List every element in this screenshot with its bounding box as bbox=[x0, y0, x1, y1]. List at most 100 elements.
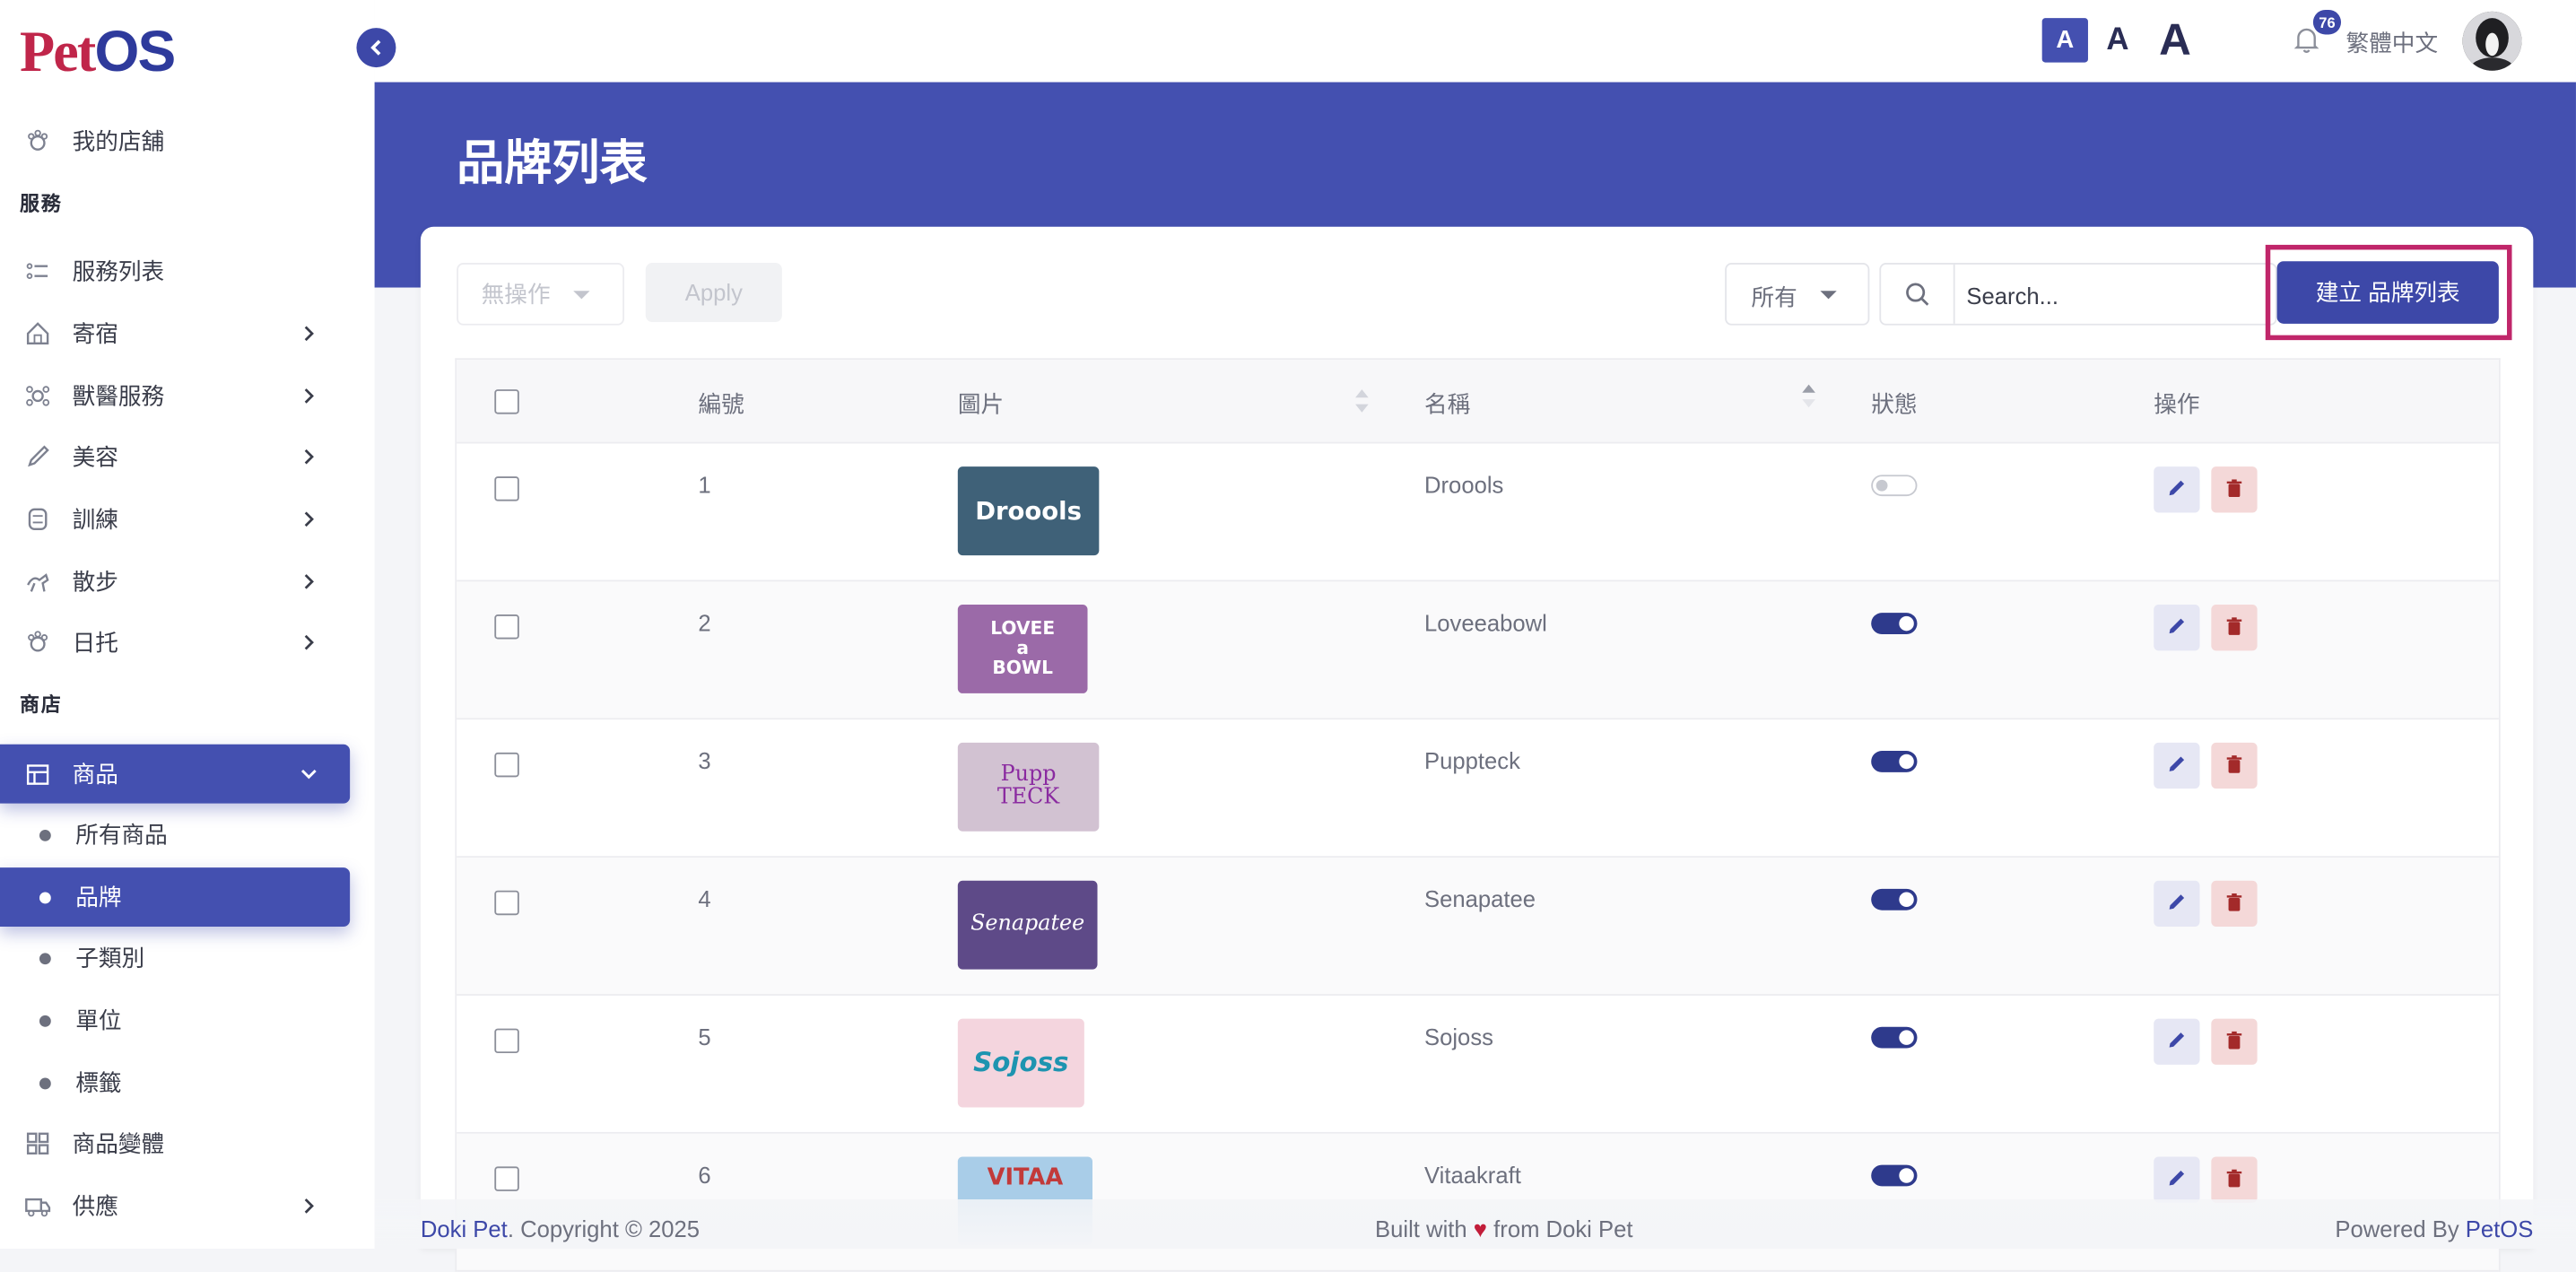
table-row[interactable]: 4 Senapatee Senapatee bbox=[457, 858, 2499, 996]
shop-icon bbox=[23, 759, 53, 788]
brand-logo-text: VITAA bbox=[987, 1164, 1064, 1191]
sort-icon[interactable] bbox=[1353, 388, 1370, 414]
status-toggle[interactable] bbox=[1871, 1026, 1918, 1049]
sidebar-item-label: 供應 bbox=[72, 1192, 118, 1220]
footer-copyright: Doki Pet. Copyright © 2025 bbox=[421, 1215, 700, 1242]
brand-logo: Senapatee bbox=[957, 880, 1098, 970]
brand-logo-text: LOVEE a BOWL bbox=[990, 617, 1056, 679]
sidebar-subitem-label: 標籤 bbox=[75, 1069, 122, 1096]
delete-button[interactable] bbox=[2211, 880, 2258, 928]
edit-button[interactable] bbox=[2154, 466, 2200, 513]
font-size-medium-button[interactable]: A bbox=[2098, 18, 2137, 62]
edit-button[interactable] bbox=[2154, 605, 2200, 651]
sidebar-item-products[interactable]: 商品 bbox=[0, 744, 351, 804]
table-row[interactable]: 1 Droools Droools bbox=[457, 443, 2499, 582]
row-checkbox[interactable] bbox=[494, 476, 519, 501]
sidebar-item-my-store[interactable]: 我的店舖 bbox=[0, 112, 350, 171]
status-filter-select[interactable]: 所有 bbox=[1725, 263, 1870, 326]
status-toggle[interactable] bbox=[1871, 475, 1918, 497]
caret-down-icon bbox=[573, 291, 590, 300]
pencil-icon bbox=[2167, 753, 2187, 779]
row-checkbox[interactable] bbox=[494, 752, 519, 778]
status-toggle[interactable] bbox=[1871, 1164, 1918, 1187]
edit-button[interactable] bbox=[2154, 880, 2200, 928]
petos-logo[interactable]: PetOS bbox=[20, 16, 176, 89]
sidebar-subitem-4[interactable]: 單位 bbox=[0, 990, 350, 1050]
row-name: Loveeabowl bbox=[1423, 609, 1547, 636]
status-toggle[interactable] bbox=[1871, 888, 1918, 910]
row-name: Droools bbox=[1423, 471, 1504, 498]
notification-badge: 76 bbox=[2312, 9, 2342, 35]
walk-icon bbox=[23, 567, 53, 597]
sidebar-item-service-3[interactable]: 獸醫服務 bbox=[0, 366, 350, 425]
edit-button[interactable] bbox=[2154, 742, 2200, 789]
sidebar-item-service-1[interactable]: 服務列表 bbox=[0, 241, 350, 301]
daycare-icon bbox=[23, 628, 53, 658]
column-header-image[interactable]: 圖片 bbox=[958, 388, 1004, 421]
sidebar-item-service-6[interactable]: 散步 bbox=[0, 552, 350, 611]
sidebar-collapse-button[interactable] bbox=[356, 28, 396, 68]
delete-button[interactable] bbox=[2211, 466, 2258, 513]
language-selector[interactable]: 繁體中文 bbox=[2346, 26, 2439, 59]
delete-button[interactable] bbox=[2211, 1156, 2258, 1203]
footer-brand-link[interactable]: Doki Pet bbox=[421, 1215, 508, 1242]
sidebar-item-product-variants[interactable]: 商品變體 bbox=[0, 1114, 350, 1173]
sort-asc-icon[interactable] bbox=[1800, 383, 1816, 409]
trash-icon bbox=[2224, 753, 2244, 779]
sidebar-subitem-3[interactable]: 子類別 bbox=[0, 928, 350, 988]
search-input[interactable] bbox=[1962, 277, 2266, 314]
column-header-status: 狀態 bbox=[1871, 390, 1918, 418]
avatar[interactable] bbox=[2462, 11, 2522, 71]
sidebar-subitem-label: 品牌 bbox=[75, 884, 122, 910]
bullet-dot bbox=[39, 891, 51, 903]
chevron-right-icon bbox=[298, 631, 321, 654]
delete-button[interactable] bbox=[2211, 605, 2258, 651]
create-brand-button[interactable]: 建立 品牌列表 bbox=[2276, 261, 2499, 324]
brand-logo: Sojoss bbox=[957, 1018, 1084, 1108]
sidebar-subitem-label: 所有商品 bbox=[75, 821, 168, 849]
select-all-checkbox[interactable] bbox=[494, 389, 519, 414]
table-row[interactable]: 3 Pupp TECK Puppteck bbox=[457, 719, 2499, 858]
row-checkbox[interactable] bbox=[494, 1166, 519, 1191]
variants-icon bbox=[23, 1128, 53, 1158]
row-checkbox[interactable] bbox=[494, 1028, 519, 1054]
sidebar-item-label: 服務列表 bbox=[72, 257, 165, 284]
petos-link[interactable]: PetOS bbox=[2466, 1215, 2534, 1242]
bulk-action-select[interactable]: 無操作 bbox=[457, 263, 625, 326]
sidebar-subitem-5[interactable]: 標籤 bbox=[0, 1053, 350, 1112]
chevron-right-icon bbox=[298, 1195, 321, 1218]
table-row[interactable]: 2 LOVEE a BOWL Loveeabowl bbox=[457, 581, 2499, 720]
sidebar-item-service-2[interactable]: 寄宿 bbox=[0, 304, 350, 363]
sidebar-item-service-5[interactable]: 訓練 bbox=[0, 490, 350, 549]
brand-logo-text: Droools bbox=[975, 495, 1082, 526]
sidebar-item-label: 寄宿 bbox=[72, 320, 118, 347]
built-with-text: Built with bbox=[1375, 1215, 1467, 1242]
row-checkbox[interactable] bbox=[494, 614, 519, 640]
sidebar-subitem-label: 子類別 bbox=[75, 945, 145, 971]
delete-button[interactable] bbox=[2211, 742, 2258, 789]
font-size-large-button[interactable]: A bbox=[2151, 14, 2200, 64]
status-toggle[interactable] bbox=[1871, 751, 1918, 772]
column-header-id[interactable]: 編號 bbox=[698, 388, 744, 421]
sidebar-subitem-1[interactable]: 所有商品 bbox=[0, 805, 350, 864]
sidebar-item-supply[interactable]: 供應 bbox=[0, 1176, 350, 1235]
sidebar-item-label: 商品變體 bbox=[72, 1130, 165, 1157]
search-box bbox=[1879, 263, 2277, 326]
sidebar-item-label: 訓練 bbox=[72, 506, 118, 533]
font-size-small-button[interactable]: A bbox=[2041, 18, 2088, 63]
edit-button[interactable] bbox=[2154, 1156, 2200, 1203]
status-toggle[interactable] bbox=[1871, 613, 1918, 634]
row-checkbox[interactable] bbox=[494, 890, 519, 916]
list-icon bbox=[23, 257, 53, 286]
search-icon bbox=[1881, 264, 1955, 324]
delete-button[interactable] bbox=[2211, 1018, 2258, 1065]
edit-button[interactable] bbox=[2154, 1018, 2200, 1065]
sidebar-item-service-4[interactable]: 美容 bbox=[0, 427, 350, 486]
table-row[interactable]: 5 Sojoss Sojoss bbox=[457, 995, 2499, 1134]
footer-built-with: Built with ♥ from Doki Pet bbox=[1375, 1215, 1632, 1242]
column-header-name[interactable]: 名稱 bbox=[1424, 388, 1470, 421]
apply-button[interactable]: Apply bbox=[645, 263, 782, 322]
table-body: 1 Droools Droools 2 LOVEE a BOWL Loveeabowl 3 P… bbox=[457, 443, 2499, 1272]
sidebar-subitem-2[interactable]: 品牌 bbox=[0, 867, 351, 928]
sidebar-item-service-7[interactable]: 日托 bbox=[0, 613, 350, 672]
